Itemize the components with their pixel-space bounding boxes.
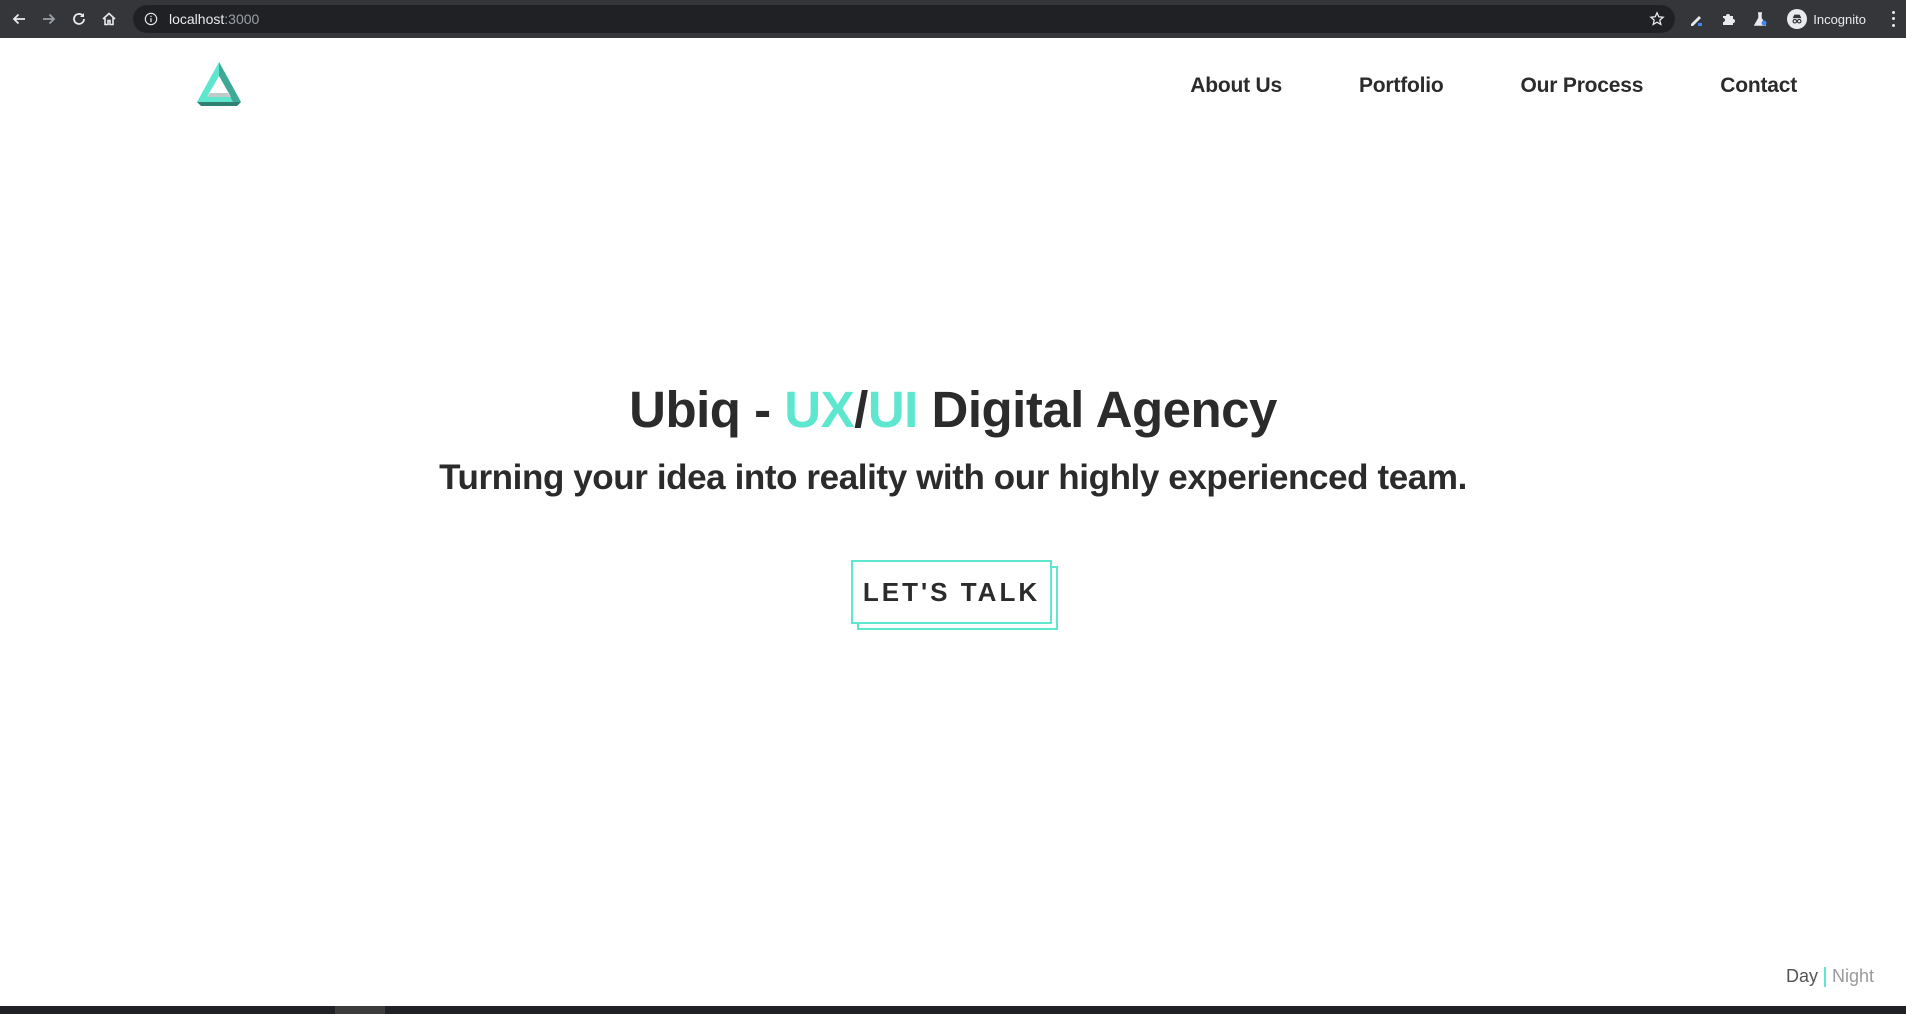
url-text: localhost:3000 — [169, 11, 259, 27]
hero-title-ux: UX — [784, 381, 855, 438]
star-icon[interactable] — [1649, 11, 1665, 27]
home-icon — [102, 12, 116, 26]
hero-title: Ubiq - UX/UI Digital Agency — [0, 380, 1906, 439]
taskbar-item[interactable] — [335, 1006, 385, 1014]
hero-subtitle: Turning your idea into reality with our … — [439, 458, 1467, 497]
theme-divider — [1823, 966, 1826, 987]
hero-title-ui: UI — [867, 381, 919, 438]
browser-toolbar: localhost:3000 Incognito — [0, 0, 1906, 38]
os-taskbar — [0, 1006, 1906, 1014]
incognito-icon — [1787, 9, 1808, 29]
back-icon — [12, 13, 25, 25]
nav-link-portfolio[interactable]: Portfolio — [1359, 74, 1444, 98]
back-button[interactable] — [8, 8, 30, 30]
nav-link-about-us[interactable]: About Us — [1190, 74, 1282, 98]
pen-extension-icon[interactable] — [1687, 10, 1705, 28]
triangle-logo-icon — [197, 62, 241, 106]
theme-day-option[interactable]: Day — [1786, 966, 1818, 987]
puzzle-extension-icon[interactable] — [1719, 10, 1737, 28]
reload-button[interactable] — [68, 8, 90, 30]
hero-title-slash: / — [854, 381, 868, 438]
flask-extension-icon[interactable] — [1751, 10, 1769, 28]
cta-container: LET'S TALK — [851, 560, 1058, 630]
theme-night-option[interactable]: Night — [1832, 966, 1874, 987]
reload-icon — [73, 13, 85, 25]
url-port: :3000 — [224, 11, 260, 27]
url-host: localhost — [169, 11, 225, 27]
address-bar[interactable]: localhost:3000 — [133, 5, 1675, 33]
profile-label: Incognito — [1813, 11, 1866, 27]
nav-link-our-process[interactable]: Our Process — [1521, 74, 1644, 98]
forward-button[interactable] — [38, 8, 60, 30]
home-button[interactable] — [98, 8, 120, 30]
extensions-area: Incognito — [1687, 0, 1906, 38]
forward-icon — [43, 13, 56, 25]
nav-link-contact[interactable]: Contact — [1720, 74, 1797, 98]
lets-talk-button[interactable]: LET'S TALK — [851, 560, 1052, 624]
hero-title-prefix: Ubiq - — [629, 381, 785, 438]
site-logo[interactable] — [195, 60, 243, 106]
info-icon[interactable] — [143, 11, 159, 27]
profile-button[interactable]: Incognito — [1783, 6, 1876, 32]
hero-title-suffix: Digital Agency — [917, 381, 1277, 438]
main-nav: About Us Portfolio Our Process Contact — [1113, 74, 1797, 98]
menu-icon[interactable] — [1886, 9, 1900, 29]
theme-toggle: Day Night — [1786, 966, 1874, 987]
